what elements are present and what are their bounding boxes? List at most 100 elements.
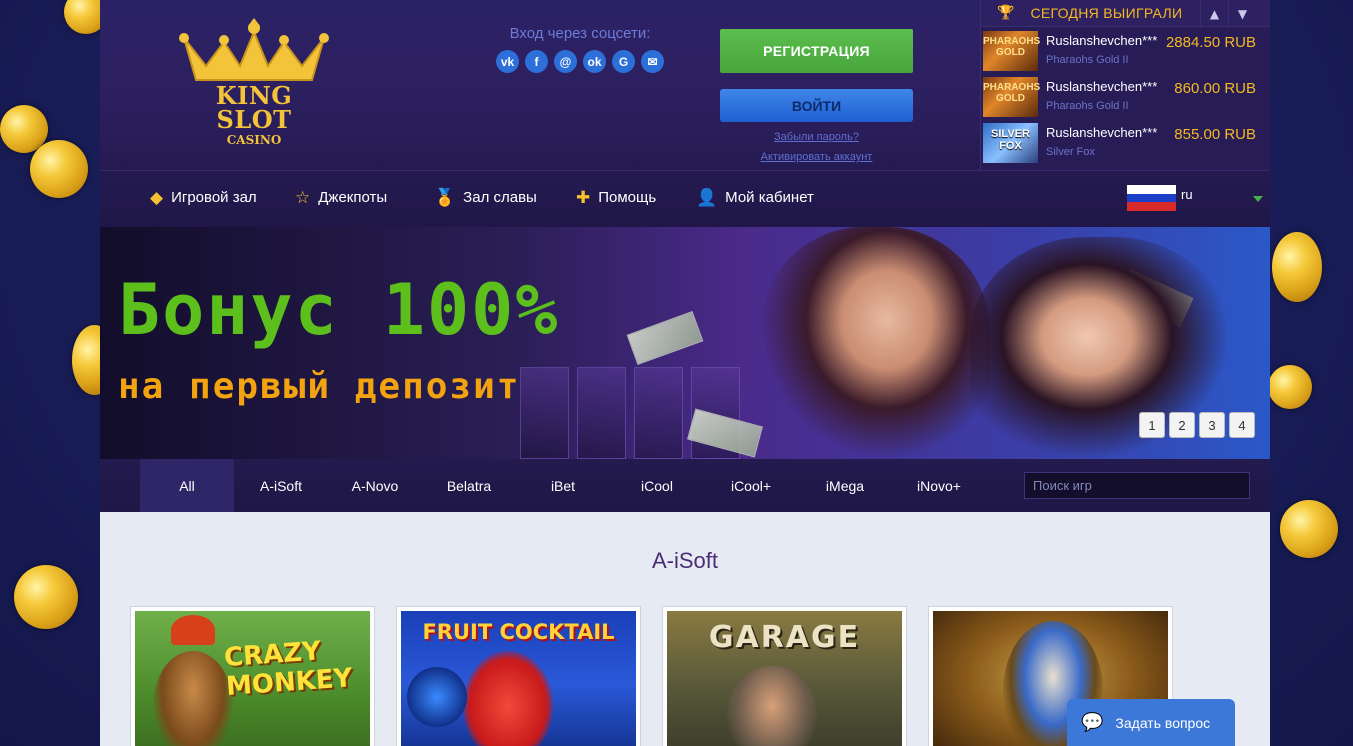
filter-icool[interactable]: iCool: [610, 459, 704, 512]
ask-question-button[interactable]: 💬 Задать вопрос: [1067, 699, 1235, 746]
nav-item-jackpots[interactable]: ☆ Джекпоты: [295, 189, 387, 206]
slide-dot[interactable]: 1: [1139, 412, 1165, 438]
winner-username: Ruslanshevchen***: [1046, 33, 1158, 48]
winner-username: Ruslanshevchen***: [1046, 125, 1158, 140]
game-thumbnail: PHARAOHS GOLD: [983, 77, 1040, 117]
crown-icon: [179, 18, 329, 81]
page-container: KING SLOT CASINO Вход через соцсети: vk …: [100, 0, 1270, 746]
diamond-icon: ◆: [150, 188, 164, 207]
nav-item-label: Помощь: [598, 189, 657, 206]
decorative-coin: [14, 565, 78, 629]
login-button[interactable]: ВОЙТИ: [720, 89, 913, 122]
winners-title: СЕГОДНЯ ВЫИГРАЛИ: [1030, 5, 1183, 21]
winner-amount: 855.00 RUB: [1174, 126, 1256, 143]
social-icons: vk f @ ok G ✉: [490, 50, 670, 73]
game-card[interactable]: GARAGE: [662, 606, 907, 746]
banner-model-image: [760, 227, 990, 459]
mailru-icon[interactable]: @: [554, 50, 577, 73]
odnoklassniki-icon[interactable]: ok: [583, 50, 606, 73]
social-login: Вход через соцсети: vk f @ ok G ✉: [490, 25, 670, 73]
filter-a-isoft[interactable]: A-iSoft: [234, 459, 328, 512]
filter-icool-plus[interactable]: iCool+: [704, 459, 798, 512]
game-thumbnail: PHARAOHS GOLD: [983, 31, 1040, 71]
chat-bubbles-icon: 💬: [1081, 712, 1104, 732]
nav-item-label: Джекпоты: [318, 189, 388, 206]
winner-amount: 2884.50 RUB: [1165, 34, 1256, 51]
money-graphic: [626, 310, 704, 366]
slide-dot[interactable]: 3: [1199, 412, 1225, 438]
game-title: FRUIT COCKTAIL: [422, 620, 615, 644]
filter-ibet[interactable]: iBet: [516, 459, 610, 512]
language-code: ru: [1181, 187, 1193, 202]
chevron-down-icon[interactable]: ▼: [1228, 0, 1256, 27]
filter-belatra[interactable]: Belatra: [422, 459, 516, 512]
google-icon[interactable]: G: [612, 50, 635, 73]
filter-imega[interactable]: iMega: [798, 459, 892, 512]
winner-row[interactable]: PHARAOHS GOLD Ruslanshevchen*** Pharaohs…: [981, 27, 1270, 73]
star-icon: ☆: [295, 188, 311, 207]
site-header: KING SLOT CASINO Вход через соцсети: vk …: [100, 0, 1270, 170]
medal-icon: 🏅: [434, 188, 456, 207]
site-logo[interactable]: KING SLOT CASINO: [174, 18, 334, 148]
nav-item-game-hall[interactable]: ◆ Игровой зал: [150, 189, 257, 206]
filter-all[interactable]: All: [140, 459, 234, 512]
winners-widget: 🏆 СЕГОДНЯ ВЫИГРАЛИ ▲ ▼ PHARAOHS GOLD Rus…: [980, 0, 1270, 170]
winners-arrows: ▲ ▼: [1200, 0, 1256, 27]
vk-icon[interactable]: vk: [496, 50, 519, 73]
winner-row[interactable]: PHARAOHS GOLD Ruslanshevchen*** Pharaohs…: [981, 73, 1270, 119]
winner-amount: 860.00 RUB: [1174, 80, 1256, 97]
game-cover: GARAGE: [667, 611, 902, 746]
promo-banner[interactable]: Бонус 100% на первый депозит 1 2 3 4: [100, 227, 1270, 459]
logo-subtitle: CASINO: [226, 133, 282, 147]
game-search-input[interactable]: [1024, 472, 1250, 499]
ask-question-label: Задать вопрос: [1115, 714, 1211, 731]
winner-game[interactable]: Pharaohs Gold II: [1046, 54, 1129, 66]
game-thumbnail: SILVER FOX: [983, 123, 1038, 163]
nav-item-hall-of-fame[interactable]: 🏅 Зал славы: [434, 189, 537, 206]
puzzle-icon: ✚: [576, 188, 591, 207]
forgot-password-link[interactable]: Забыли пароль?: [720, 131, 913, 143]
decorative-coin: [30, 140, 88, 198]
nav-item-account[interactable]: 👤 Мой кабинет: [696, 189, 814, 206]
slide-dot[interactable]: 2: [1169, 412, 1195, 438]
email-icon[interactable]: ✉: [641, 50, 664, 73]
game-cover: FRUIT COCKTAIL: [401, 611, 636, 746]
game-cover: CRAZY MONKEY: [135, 611, 370, 746]
winner-row[interactable]: SILVER FOX Ruslanshevchen*** Silver Fox …: [981, 119, 1270, 165]
banner-headline: Бонус 100%: [118, 269, 560, 351]
provider-filter-bar: All A-iSoft A-Novo Belatra iBet iCool iC…: [100, 459, 1270, 512]
section-title: A-iSoft: [651, 548, 719, 573]
russia-flag-icon: [1127, 185, 1176, 212]
game-title: CRAZY MONKEY: [223, 636, 354, 702]
game-card[interactable]: CRAZY MONKEY: [130, 606, 375, 746]
trophy-icon: 🏆: [997, 5, 1015, 21]
slide-pagination: 1 2 3 4: [1139, 412, 1255, 438]
banner-subheadline: на первый депозит: [118, 366, 521, 407]
nav-item-label: Зал славы: [463, 189, 537, 206]
nav-item-label: Мой кабинет: [725, 189, 814, 206]
nav-item-help[interactable]: ✚ Помощь: [576, 189, 656, 206]
logo-title: KING SLOT: [215, 81, 293, 134]
game-card[interactable]: FRUIT COCKTAIL: [396, 606, 641, 746]
register-button[interactable]: РЕГИСТРАЦИЯ: [720, 29, 913, 73]
decorative-coin: [1272, 232, 1322, 302]
game-title: GARAGE: [708, 620, 861, 655]
filter-inovo-plus[interactable]: iNovo+: [892, 459, 986, 512]
slide-dot[interactable]: 4: [1229, 412, 1255, 438]
filter-a-novo[interactable]: A-Novo: [328, 459, 422, 512]
user-icon: 👤: [696, 188, 718, 207]
facebook-icon[interactable]: f: [525, 50, 548, 73]
winner-game[interactable]: Silver Fox: [1046, 146, 1095, 158]
nav-item-label: Игровой зал: [171, 189, 257, 206]
language-dropdown-arrow-icon[interactable]: [1253, 196, 1263, 202]
main-nav: ◆ Игровой зал ☆ Джекпоты 🏅 Зал славы ✚ П…: [100, 170, 1270, 227]
social-login-title: Вход через соцсети:: [509, 25, 651, 42]
winner-username: Ruslanshevchen***: [1046, 79, 1158, 94]
decorative-coin: [1280, 500, 1338, 558]
winner-game[interactable]: Pharaohs Gold II: [1046, 100, 1129, 112]
winners-header: 🏆 СЕГОДНЯ ВЫИГРАЛИ ▲ ▼: [981, 0, 1270, 27]
language-selector[interactable]: ru: [1127, 185, 1193, 212]
activate-account-link[interactable]: Активировать аккаунт: [720, 151, 913, 163]
chevron-up-icon[interactable]: ▲: [1200, 0, 1228, 27]
decorative-coin: [1268, 365, 1312, 409]
